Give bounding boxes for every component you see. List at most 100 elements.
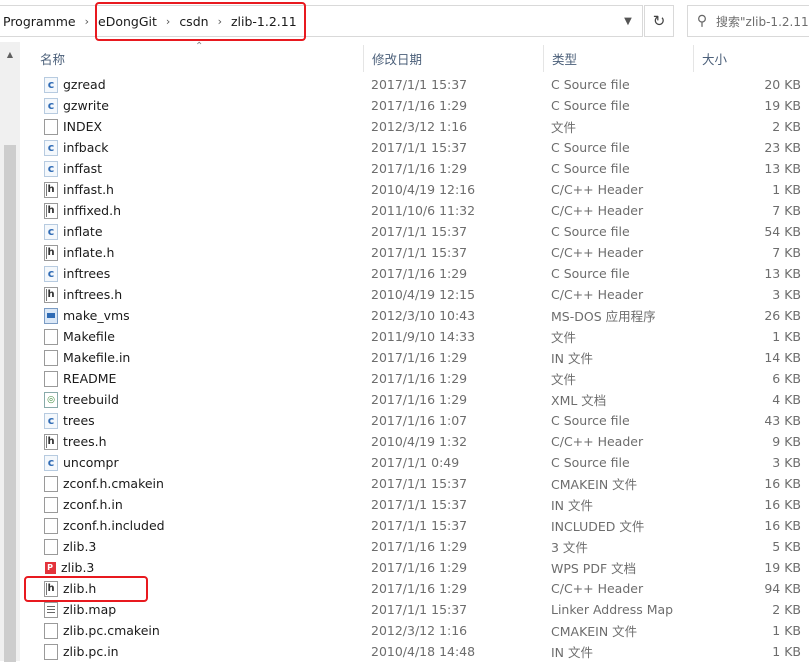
- file-name-cell: Makefile.in: [32, 349, 364, 366]
- search-icon: ⚲: [696, 13, 708, 29]
- file-size: 7 KB: [772, 203, 801, 218]
- navigation-bar: Programme › eDongGit › csdn › zlib-1.2.1…: [0, 0, 809, 42]
- file-row[interactable]: inflate.h 2017/1/1 15:37 C/C++ Header 7 KB: [32, 242, 809, 263]
- file-date: 2017/1/16 1:29: [371, 581, 468, 596]
- breadcrumb-label: zlib-1.2.11: [230, 13, 297, 29]
- file-type: WPS PDF 文档: [551, 561, 637, 576]
- address-bar[interactable]: Programme › eDongGit › csdn › zlib-1.2.1…: [0, 5, 643, 37]
- file-row[interactable]: INDEX 2012/3/12 1:16 文件 2 KB: [32, 116, 809, 137]
- c-source-icon: [44, 76, 58, 93]
- file-type: IN 文件: [551, 645, 594, 660]
- breadcrumb-zlib[interactable]: zlib-1.2.11: [228, 6, 300, 36]
- file-type: C/C++ Header: [551, 287, 644, 302]
- file-size: 16 KB: [764, 476, 801, 491]
- file-row[interactable]: infback 2017/1/1 15:37 C Source file 23 KB: [32, 137, 809, 158]
- file-size: 1 KB: [772, 329, 801, 344]
- file-row[interactable]: zlib.3 2017/1/16 1:29 3 文件 5 KB: [32, 536, 809, 557]
- file-row[interactable]: uncompr 2017/1/1 0:49 C Source file 3 KB: [32, 452, 809, 473]
- column-header-name[interactable]: ⌃ 名称: [32, 41, 364, 72]
- file-size: 1 KB: [772, 644, 801, 659]
- file-row[interactable]: inffixed.h 2011/10/6 11:32 C/C++ Header 7 K…: [32, 200, 809, 221]
- breadcrumb-label: eDongGit: [98, 13, 157, 29]
- chevron-right-icon[interactable]: ›: [79, 15, 95, 28]
- file-type: C Source file: [551, 161, 630, 176]
- file-row[interactable]: treebuild 2017/1/16 1:29 XML 文档 4 KB: [32, 389, 809, 410]
- file-size: 13 KB: [764, 161, 801, 176]
- breadcrumb-label: Programme: [3, 13, 76, 29]
- file-size: 9 KB: [772, 434, 801, 449]
- file-row[interactable]: inftrees 2017/1/16 1:29 C Source file 13 KB: [32, 263, 809, 284]
- chevron-down-icon[interactable]: ▼: [620, 13, 636, 29]
- file-size: 16 KB: [764, 497, 801, 512]
- file-row[interactable]: Makefile.in 2017/1/16 1:29 IN 文件 14 KB: [32, 347, 809, 368]
- file-row[interactable]: inffast 2017/1/16 1:29 C Source file 13 KB: [32, 158, 809, 179]
- file-name: trees.h: [63, 434, 107, 449]
- breadcrumb-csdn[interactable]: csdn: [176, 6, 211, 36]
- file-name-cell: infback: [32, 139, 364, 156]
- file-name: Makefile.in: [63, 350, 131, 365]
- breadcrumb-edonggit[interactable]: eDongGit: [95, 6, 160, 36]
- file-name-cell: zlib.map: [32, 601, 364, 618]
- file-row[interactable]: zlib.pc.in 2010/4/18 14:48 IN 文件 1 KB: [32, 641, 809, 662]
- file-name: zlib.pc.cmakein: [63, 623, 160, 638]
- file-size: 19 KB: [764, 98, 801, 113]
- chevron-right-icon[interactable]: ›: [212, 15, 228, 28]
- file-name-cell: trees: [32, 412, 364, 429]
- file-date: 2010/4/18 14:48: [371, 644, 476, 659]
- file-name: inffixed.h: [63, 203, 122, 218]
- chevron-right-icon[interactable]: ›: [160, 15, 176, 28]
- file-date: 2012/3/12 1:16: [371, 119, 468, 134]
- file-name: zlib.h: [63, 581, 97, 596]
- column-header-size[interactable]: 大小: [694, 45, 809, 72]
- file-row[interactable]: inftrees.h 2010/4/19 12:15 C/C++ Header 3 K…: [32, 284, 809, 305]
- column-header-type[interactable]: 类型: [544, 45, 694, 72]
- file-row[interactable]: trees.h 2010/4/19 1:32 C/C++ Header 9 KB: [32, 431, 809, 452]
- file-row[interactable]: zlib.pc.cmakein 2012/3/12 1:16 CMAKEIN 文件 1…: [32, 620, 809, 641]
- file-row[interactable]: trees 2017/1/16 1:07 C Source file 43 KB: [32, 410, 809, 431]
- file-row[interactable]: inflate 2017/1/1 15:37 C Source file 54 KB: [32, 221, 809, 242]
- file-row[interactable]: inffast.h 2010/4/19 12:16 C/C++ Header 1 KB: [32, 179, 809, 200]
- file-row[interactable]: zlib.h 2017/1/16 1:29 C/C++ Header 94 KB: [32, 578, 809, 599]
- search-box[interactable]: ⚲ 搜索"zlib-1.2.11": [687, 5, 809, 37]
- file-size: 13 KB: [764, 266, 801, 281]
- file-row[interactable]: gzwrite 2017/1/16 1:29 C Source file 19 KB: [32, 95, 809, 116]
- file-type: IN 文件: [551, 498, 594, 513]
- file-name-cell: Makefile: [32, 328, 364, 345]
- file-row[interactable]: zconf.h.in 2017/1/1 15:37 IN 文件 16 KB: [32, 494, 809, 515]
- file-row[interactable]: Makefile 2011/9/10 14:33 文件 1 KB: [32, 326, 809, 347]
- file-type: C Source file: [551, 77, 630, 92]
- file-row[interactable]: zconf.h.included 2017/1/1 15:37 INCLUDED 文…: [32, 515, 809, 536]
- file-name: INDEX: [63, 119, 103, 134]
- refresh-button[interactable]: ↻: [644, 5, 674, 37]
- file-size: 43 KB: [764, 413, 801, 428]
- file-name: uncompr: [63, 455, 119, 470]
- generic-file-icon: [44, 118, 58, 135]
- file-row[interactable]: zconf.h.cmakein 2017/1/1 15:37 CMAKEIN 文件 1…: [32, 473, 809, 494]
- xml-file-icon: [44, 391, 58, 408]
- file-name-cell: zlib.pc.cmakein: [32, 622, 364, 639]
- breadcrumb-programme[interactable]: Programme: [0, 6, 79, 36]
- file-row[interactable]: README 2017/1/16 1:29 文件 6 KB: [32, 368, 809, 389]
- file-name: gzwrite: [63, 98, 109, 113]
- file-name: README: [63, 371, 117, 386]
- file-row[interactable]: make_vms 2012/3/10 10:43 MS-DOS 应用程序 26 KB: [32, 305, 809, 326]
- file-row[interactable]: zlib.map 2017/1/1 15:37 Linker Address Map…: [32, 599, 809, 620]
- file-name-cell: INDEX: [32, 118, 364, 135]
- column-header-date[interactable]: 修改日期: [364, 45, 544, 72]
- file-name-cell: zlib.3: [32, 538, 364, 555]
- file-type: C Source file: [551, 98, 630, 113]
- c-source-icon: [44, 97, 58, 114]
- column-header-label: 名称: [40, 52, 66, 67]
- file-row[interactable]: gzread 2017/1/1 15:37 C Source file 20 KB: [32, 74, 809, 95]
- file-name: zlib.3: [61, 560, 95, 575]
- scroll-up-arrow-icon[interactable]: ▲: [0, 46, 20, 62]
- file-date: 2010/4/19 1:32: [371, 434, 468, 449]
- file-row[interactable]: zlib.3 2017/1/16 1:29 WPS PDF 文档 19 KB: [32, 557, 809, 578]
- file-name-cell: zlib.h: [32, 580, 364, 597]
- file-size: 2 KB: [772, 119, 801, 134]
- file-size: 23 KB: [764, 140, 801, 155]
- file-name-cell: README: [32, 370, 364, 387]
- vertical-scrollbar[interactable]: ▲: [0, 42, 20, 662]
- executable-icon: [44, 307, 58, 324]
- scrollbar-thumb[interactable]: [4, 145, 16, 662]
